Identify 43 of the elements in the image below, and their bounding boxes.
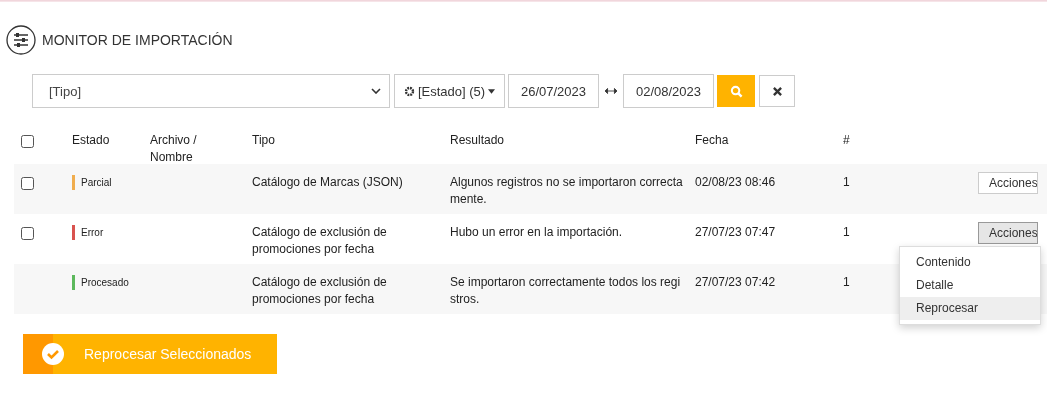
gear-icon [403, 85, 415, 97]
type-select[interactable]: [Tipo] [32, 74, 390, 108]
select-all-checkbox[interactable] [21, 135, 34, 148]
row-checkbox[interactable] [21, 227, 34, 240]
column-header: Resultado [450, 132, 506, 149]
table-cell: 1 [843, 225, 850, 239]
close-icon [772, 86, 782, 96]
table-cell: 02/08/23 08:46 [695, 175, 776, 189]
table-cell-text: Hubo un error en la importación. [450, 224, 624, 241]
check-circle-icon [42, 343, 64, 365]
clear-button[interactable] [759, 75, 795, 107]
chevron-down-icon [371, 88, 381, 94]
page-title: MONITOR DE IMPORTACIÓN [42, 32, 233, 48]
table-cell: 1 [843, 275, 850, 289]
status-label: Procesado [81, 276, 129, 290]
range-arrow-icon [605, 88, 617, 94]
status-filter-button[interactable]: [Estado] (5) [394, 74, 505, 108]
table-cell-text: Catálogo de exclusión de promociones por fecha [252, 274, 388, 308]
column-header: Fecha [695, 133, 729, 147]
menu-item[interactable]: Reprocesar [900, 297, 1040, 320]
actions-button[interactable]: Acciones [978, 172, 1038, 194]
actions-button[interactable]: Acciones [978, 222, 1038, 244]
table-cell-text: Catálogo de Marcas (JSON) [252, 174, 404, 191]
column-header: # [843, 133, 850, 147]
caret-icon [488, 88, 496, 94]
table-cell: 27/07/23 07:47 [695, 225, 776, 239]
table-cell: 27/07/23 07:42 [695, 275, 776, 289]
table-cell-text: Catálogo de exclusión de promociones por fecha [252, 224, 388, 258]
row-checkbox[interactable] [21, 177, 34, 190]
table-cell-text: Algunos registros no se importaron correctamente. [450, 174, 684, 208]
column-header: Estado [72, 133, 110, 147]
menu-item[interactable]: Contenido [900, 251, 1040, 274]
search-icon [729, 84, 743, 98]
table-cell: 1 [843, 175, 850, 189]
menu-item[interactable]: Detalle [900, 274, 1040, 297]
date-from-field[interactable]: 26/07/2023 [508, 74, 599, 108]
date-to-field[interactable]: 02/08/2023 [623, 74, 714, 108]
column-header: Tipo [252, 132, 276, 149]
status-label: Error [81, 226, 104, 240]
column-header: Archivo / Nombre [150, 132, 198, 166]
table-cell-text: Se importaron correctamente todos los registros. [450, 274, 682, 308]
sliders-icon [6, 25, 36, 55]
status-label: Parcial [81, 176, 112, 190]
